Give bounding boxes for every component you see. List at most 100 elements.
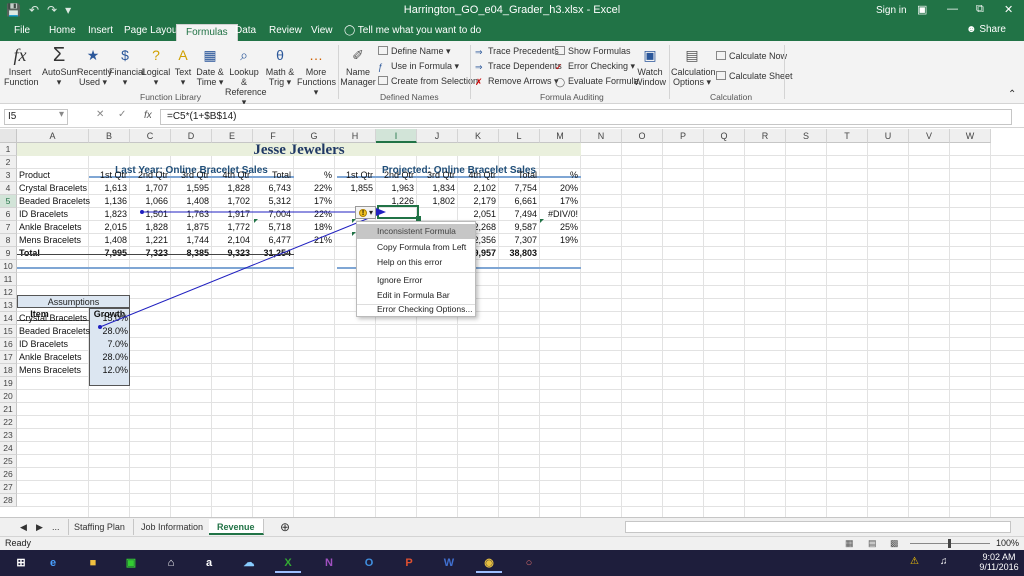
notification-warning-icon[interactable]: ⚠ xyxy=(910,556,919,567)
horizontal-scrollbar[interactable] xyxy=(625,521,1011,533)
calculation-options-button[interactable]: ▤ Calculation Options ▾ xyxy=(671,45,716,87)
tab-insert[interactable]: Insert xyxy=(88,25,113,36)
more-functions-icon: … xyxy=(309,47,323,63)
trace-precedents-button[interactable]: ⇒ Trace Precedents xyxy=(475,46,559,57)
btn-label: Watch xyxy=(637,67,663,77)
calculator-icon: ▤ xyxy=(685,47,699,63)
amazon-icon[interactable]: a xyxy=(196,553,222,573)
more-sheets-button[interactable]: ... xyxy=(44,519,69,535)
remove-arrows-button[interactable]: ✗ Remove Arrows ▾ xyxy=(475,76,559,87)
arrow-head xyxy=(376,208,386,216)
logical-button[interactable]: ? Logical ▾ xyxy=(141,45,171,87)
tab-home[interactable]: Home xyxy=(49,25,76,36)
btn-label: Logical xyxy=(141,67,171,77)
math-trig-button[interactable]: θ Math & Trig ▾ xyxy=(263,45,297,87)
volume-icon[interactable]: ♫ xyxy=(940,556,948,567)
ribbon-display-icon[interactable]: ▣ xyxy=(917,3,927,16)
btn-label: Error Checking ▾ xyxy=(568,61,636,71)
lookup-reference-button[interactable]: ⌕ Lookup & Reference ▾ xyxy=(225,45,267,107)
menu-item-help-on-error[interactable]: Help on this error xyxy=(357,255,475,270)
minimize-button[interactable]: — xyxy=(947,3,958,15)
text-icon: A xyxy=(178,47,188,63)
financial-button[interactable]: $ Financial ▾ xyxy=(109,45,145,87)
worksheet-grid[interactable]: ABCDEFGHIJKLMNOPQRSTUVW 1 2 3 4 5 6 7 8 9 10 11 12 1… xyxy=(0,129,1024,517)
error-checking-button[interactable]: ✓ Error Checking ▾ xyxy=(555,61,635,72)
menu-item-ignore-error[interactable]: Ignore Error xyxy=(357,273,475,288)
page-layout-view-icon[interactable]: ▤ xyxy=(868,538,877,549)
evaluate-formula-button[interactable]: ◯ Evaluate Formula xyxy=(555,76,639,87)
formula-bar: I5 ▾ ✕ ✓ fx =C5*(1+$B$14) xyxy=(0,104,1024,128)
insert-function-icon[interactable]: fx xyxy=(144,110,152,121)
onedrive-icon[interactable]: ☁ xyxy=(236,553,262,573)
share-button[interactable]: ☻ Share xyxy=(966,24,1006,35)
menu-item-copy-formula-from-left[interactable]: Copy Formula from Left xyxy=(357,240,475,255)
btn-label: Name xyxy=(345,67,370,77)
date-time-button[interactable]: ▦ Date & Time ▾ xyxy=(195,45,225,87)
sheet-tab-revenue[interactable]: Revenue xyxy=(209,519,264,535)
calculate-sheet-button[interactable]: Calculate Sheet xyxy=(716,71,793,81)
insert-function-button[interactable]: fx Insert Function xyxy=(4,45,39,87)
formula-input[interactable]: =C5*(1+$B$14) xyxy=(160,109,1012,125)
word-icon[interactable]: W xyxy=(436,553,462,573)
menu-item-error-checking-options[interactable]: Error Checking Options... xyxy=(357,302,475,317)
zoom-level[interactable]: 100% xyxy=(996,538,1019,548)
zoom-slider-thumb[interactable] xyxy=(948,539,951,548)
restore-button[interactable]: ⧉ xyxy=(976,3,984,16)
more-functions-button[interactable]: … More Functions ▾ xyxy=(297,45,336,97)
menu-item-inconsistent-formula[interactable]: Inconsistent Formula xyxy=(357,224,475,239)
function-icon: fx xyxy=(13,45,27,65)
btn-label: Window xyxy=(633,77,666,87)
windows-taskbar: ⊞ e ■ ▣ ⌂ a ☁ X N O P W ◉ ○ ⚠ ♫ 9:02 AM 9… xyxy=(0,550,1024,576)
enter-icon[interactable]: ✓ xyxy=(118,109,126,120)
autosum-button[interactable]: Σ AutoSum ▾ xyxy=(42,45,79,87)
excel-icon[interactable]: X xyxy=(275,553,301,573)
menu-item-edit-in-formula-bar[interactable]: Edit in Formula Bar xyxy=(357,288,475,303)
use-in-formula-button[interactable]: ƒ Use in Formula ▾ xyxy=(378,61,459,72)
lightbulb-icon: ◯ xyxy=(344,25,358,36)
onenote-icon[interactable]: N xyxy=(316,553,342,573)
evaluate-formula-icon: ◯ xyxy=(555,77,566,87)
file-explorer-icon[interactable]: ■ xyxy=(80,553,106,573)
tab-file[interactable]: File xyxy=(14,25,30,36)
watch-window-button[interactable]: ▣ Watch Window xyxy=(633,45,667,87)
normal-view-icon[interactable]: ▦ xyxy=(845,538,854,549)
paint-icon[interactable]: ○ xyxy=(516,553,542,573)
home-icon[interactable]: ⌂ xyxy=(158,553,184,573)
powerpoint-icon[interactable]: P xyxy=(396,553,422,573)
internet-explorer-icon[interactable]: e xyxy=(40,553,66,573)
calculate-sheet-icon xyxy=(716,71,726,80)
calendar-icon: ▦ xyxy=(203,47,217,63)
name-manager-button[interactable]: ✐ Name Manager xyxy=(340,45,376,87)
create-from-selection-button[interactable]: Create from Selection xyxy=(378,76,478,86)
sheet-tab-job-information[interactable]: Job Information xyxy=(133,519,213,535)
new-sheet-icon[interactable]: ⊕ xyxy=(272,519,298,535)
page-break-view-icon[interactable]: ▩ xyxy=(890,538,899,549)
recently-used-button[interactable]: ★ Recently Used ▾ xyxy=(77,45,112,87)
tab-page-layout[interactable]: Page Layout xyxy=(124,25,180,36)
tab-view[interactable]: View xyxy=(311,25,333,36)
btn-label: ▾ xyxy=(56,77,62,87)
show-formulas-button[interactable]: Show Formulas xyxy=(555,46,631,56)
chrome-icon[interactable]: ◉ xyxy=(476,553,502,573)
define-name-button[interactable]: Define Name ▾ xyxy=(378,46,451,57)
tab-data[interactable]: Data xyxy=(235,25,256,36)
clock[interactable]: 9:02 AM 9/11/2016 xyxy=(974,552,1024,572)
outlook-icon[interactable]: O xyxy=(356,553,382,573)
error-checking-smart-tag[interactable]: ! ▾ xyxy=(355,206,376,219)
collapse-ribbon-icon[interactable]: ⌃ xyxy=(1008,89,1016,100)
tab-formulas[interactable]: Formulas xyxy=(176,24,238,41)
calculate-now-button[interactable]: Calculate Now xyxy=(716,51,787,61)
trace-dependents-button[interactable]: ⇒ Trace Dependents xyxy=(475,61,562,72)
sign-in-link[interactable]: Sign in xyxy=(876,5,907,16)
windows-start-icon[interactable]: ⊞ xyxy=(8,553,34,573)
name-box-dropdown-icon[interactable]: ▾ xyxy=(59,109,64,120)
close-button[interactable]: ✕ xyxy=(1004,3,1013,16)
tab-review[interactable]: Review xyxy=(269,25,302,36)
cancel-icon[interactable]: ✕ xyxy=(96,109,104,120)
ribbon-tabs: File Home Insert Page Layout Formulas Da… xyxy=(0,22,1024,41)
tell-me-search[interactable]: ◯ Tell me what you want to do xyxy=(344,25,481,36)
text-button[interactable]: A Text ▾ xyxy=(171,45,195,87)
sheet-tab-staffing-plan[interactable]: Staffing Plan xyxy=(66,519,134,535)
store-icon[interactable]: ▣ xyxy=(118,553,144,573)
btn-label: Show Formulas xyxy=(568,46,631,56)
